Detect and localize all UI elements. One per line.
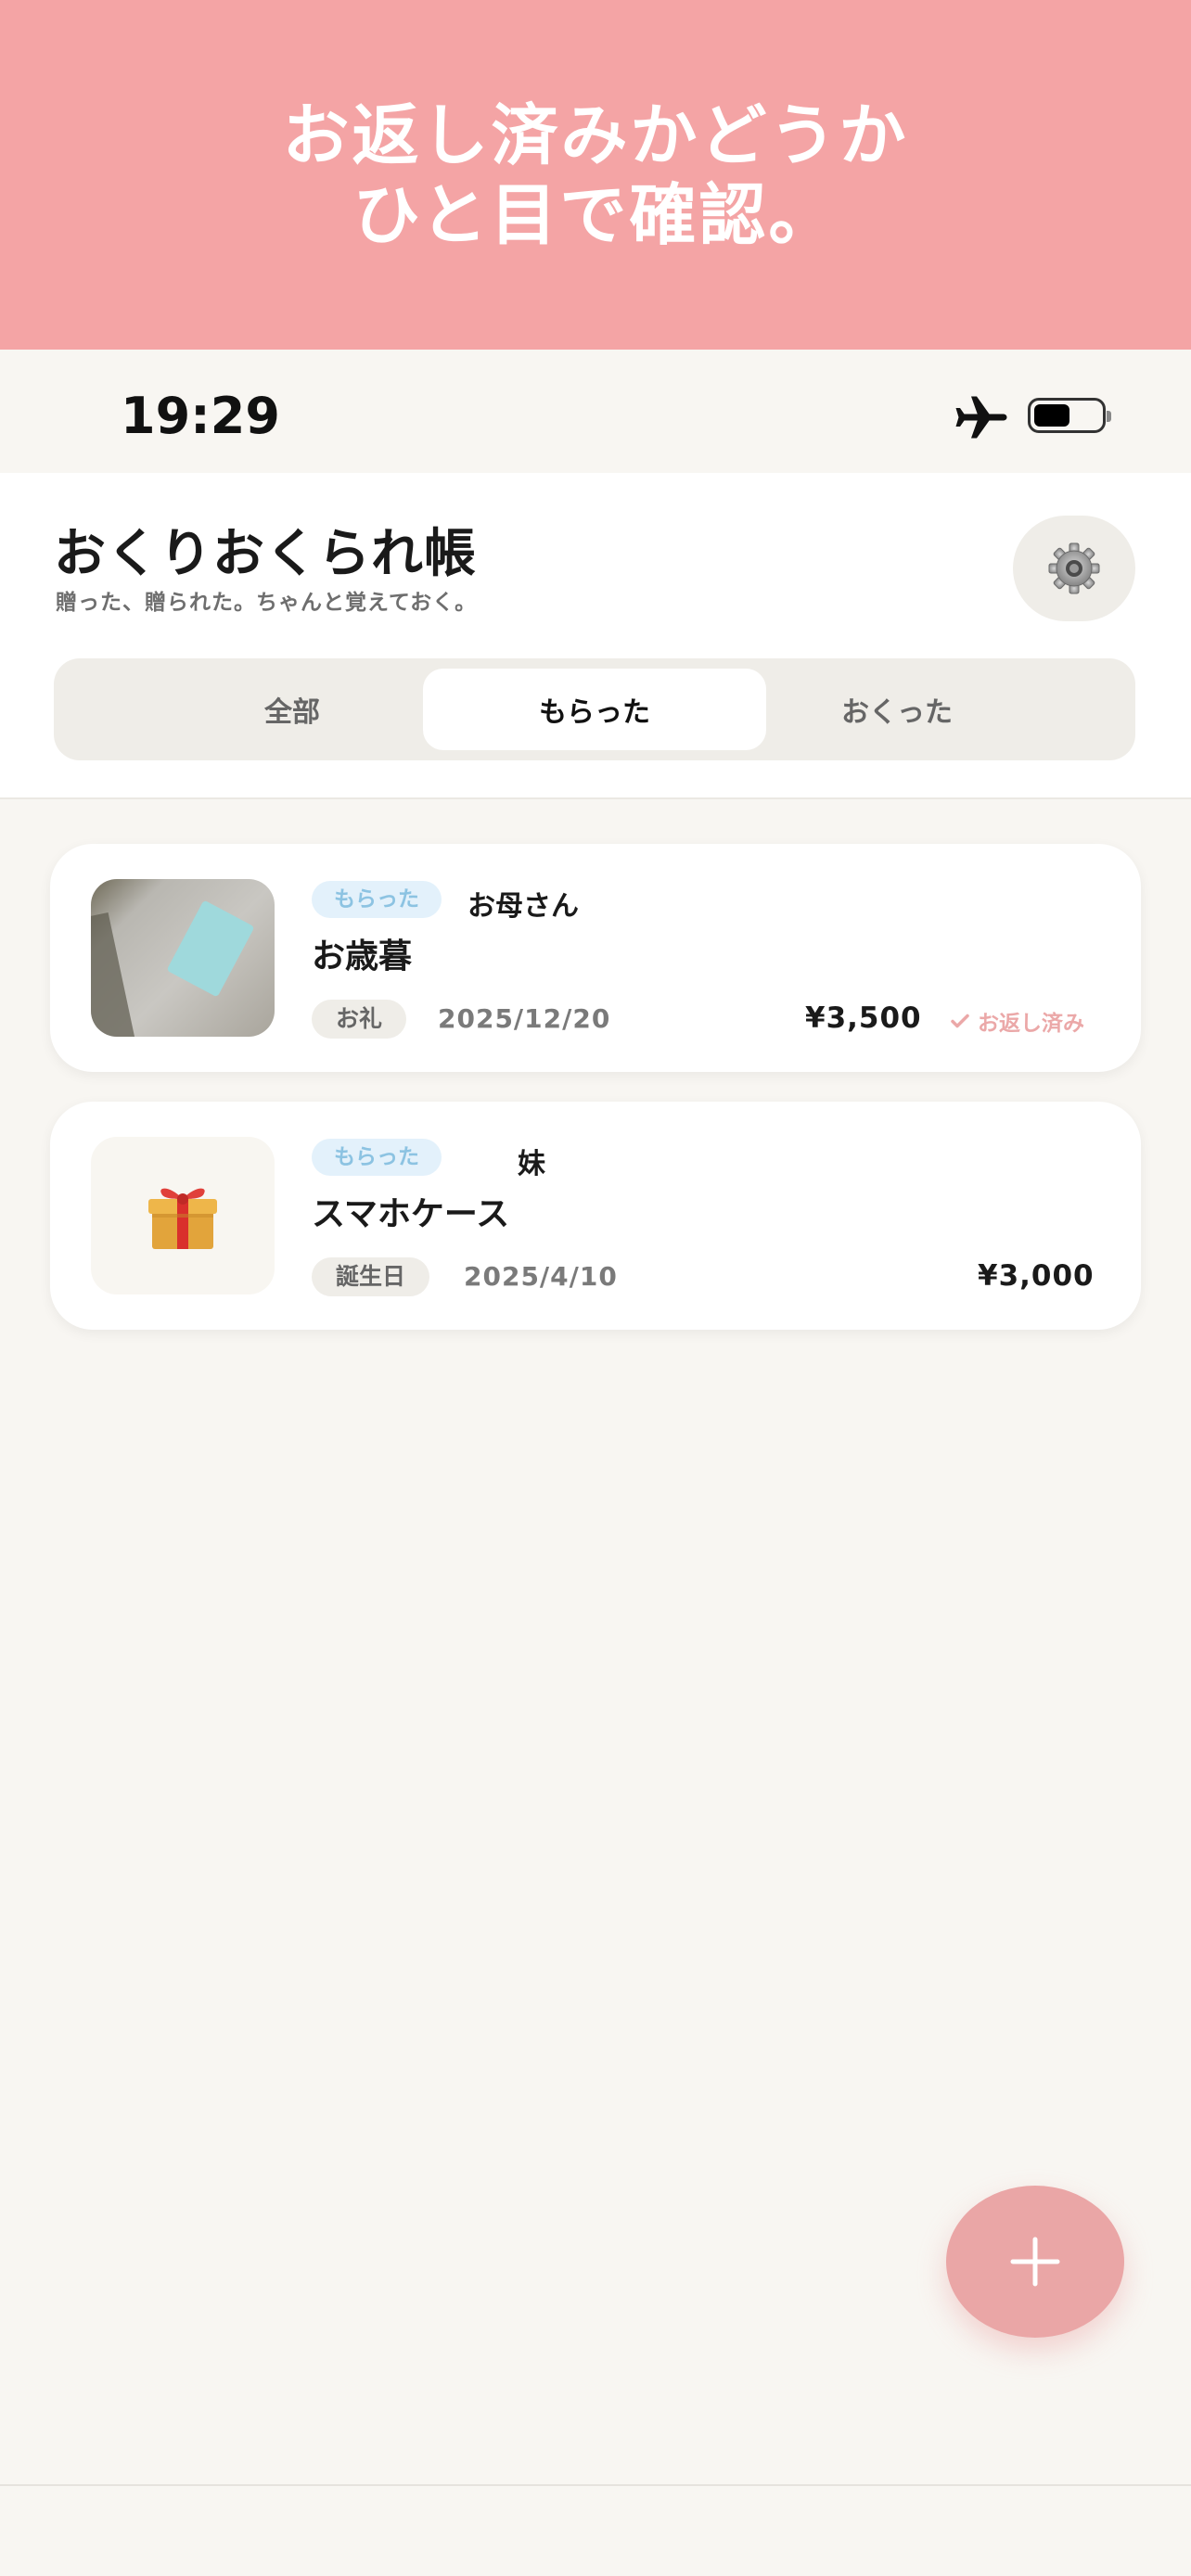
promo-text: お返し済みかどうか ひと目で確認。 bbox=[282, 96, 909, 254]
entry-card[interactable]: もらった お母さん お歳暮 お礼 2025/12/20 ¥3,500 お返し済み bbox=[50, 844, 1141, 1072]
entry-item: お歳暮 bbox=[312, 937, 413, 976]
entry-photo bbox=[91, 879, 275, 1037]
promo-banner: お返し済みかどうか ひと目で確認。 bbox=[0, 0, 1191, 350]
tab-given[interactable]: おくった bbox=[725, 669, 1069, 750]
entry-person: 妹 bbox=[518, 1148, 545, 1180]
tab-received[interactable]: もらった bbox=[423, 669, 766, 750]
entry-date: 2025/12/20 bbox=[438, 1003, 611, 1034]
occasion-badge: お礼 bbox=[312, 1000, 407, 1039]
entry-date: 2025/4/10 bbox=[464, 1261, 618, 1292]
status-bar: 19:29 bbox=[0, 350, 1191, 473]
entry-amount: ¥3,500 bbox=[805, 1001, 922, 1035]
returned-label: お返し済み bbox=[978, 1012, 1084, 1036]
entry-amount: ¥3,000 bbox=[978, 1259, 1095, 1293]
gift-icon bbox=[148, 1188, 217, 1249]
check-icon bbox=[951, 1014, 969, 1028]
app-header: おくりおくられ帳 贈った、贈られた。ちゃんと覚えておく。 全部 もらった おくっ… bbox=[0, 473, 1191, 799]
add-entry-button[interactable] bbox=[946, 2186, 1124, 2338]
plus-icon bbox=[1010, 2237, 1060, 2287]
entry-person: お母さん bbox=[467, 890, 579, 923]
returned-status: お返し済み bbox=[950, 1005, 1084, 1037]
gear-icon bbox=[1048, 542, 1100, 594]
battery-icon bbox=[1028, 398, 1111, 433]
tab-all[interactable]: 全部 bbox=[121, 669, 464, 750]
direction-tag: もらった bbox=[312, 1139, 442, 1176]
entry-thumbnail bbox=[91, 1137, 275, 1294]
status-time: 19:29 bbox=[121, 387, 280, 445]
filter-tabs: 全部 もらった おくった bbox=[54, 658, 1135, 760]
occasion-badge: 誕生日 bbox=[312, 1257, 430, 1296]
entry-item: スマホケース bbox=[312, 1195, 510, 1233]
airplane-icon bbox=[955, 396, 1007, 439]
app-title: おくりおくられ帳 bbox=[54, 524, 477, 584]
bottom-divider bbox=[0, 2484, 1191, 2486]
settings-button[interactable] bbox=[1013, 516, 1135, 621]
direction-tag: もらった bbox=[312, 881, 442, 918]
app-subtitle: 贈った、贈られた。ちゃんと覚えておく。 bbox=[56, 591, 478, 615]
entry-card[interactable]: もらった 妹 スマホケース 誕生日 2025/4/10 ¥3,000 bbox=[50, 1102, 1141, 1330]
